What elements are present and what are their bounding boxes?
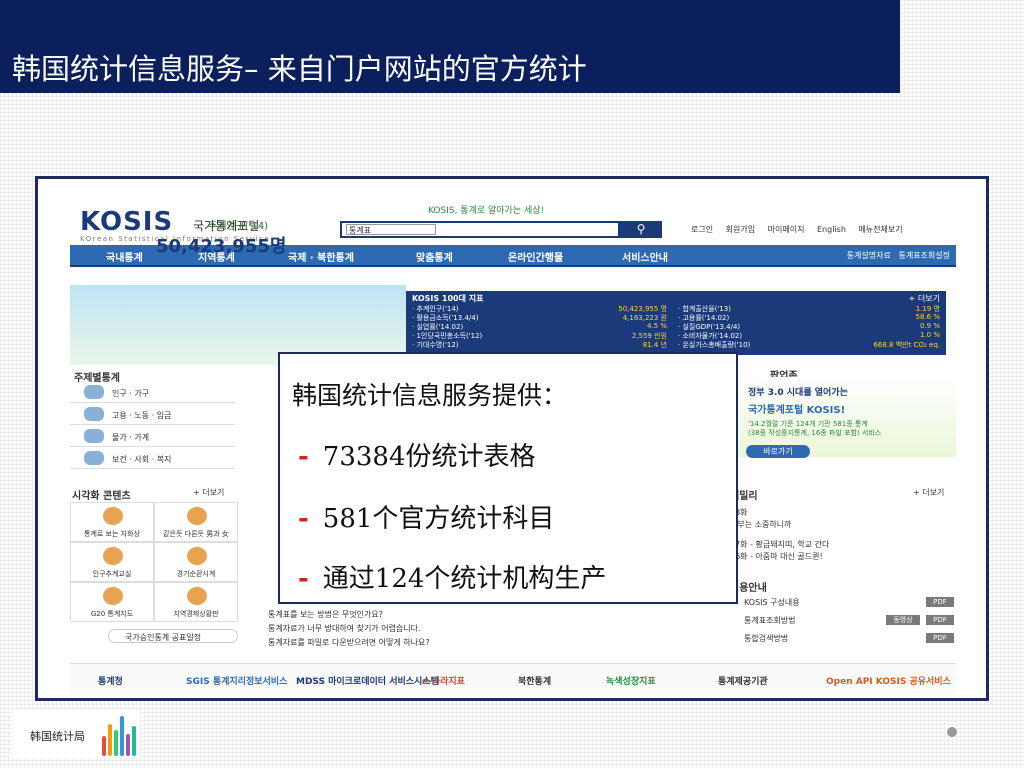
- search-input[interactable]: 통계표: [340, 221, 620, 238]
- topic-population[interactable]: 인구 · 가구: [70, 381, 235, 403]
- footer-logo[interactable]: 통계청: [98, 674, 123, 687]
- english-link[interactable]: English: [817, 225, 846, 234]
- topic-employment[interactable]: 고용 · 노동 · 임금: [70, 403, 235, 425]
- gender-icon: [187, 507, 207, 525]
- pdf-badge[interactable]: PDF: [926, 615, 954, 625]
- statistics-korea-logo-icon: [100, 712, 140, 756]
- video-badge[interactable]: 동영상: [886, 615, 920, 625]
- people-icon: [84, 385, 104, 399]
- login-link[interactable]: 로그인: [691, 225, 713, 234]
- all-menu-link[interactable]: 메뉴전체보기: [858, 225, 902, 234]
- population-icon: [103, 547, 123, 565]
- footer-logo[interactable]: 녹색성장지표: [606, 674, 656, 687]
- footer-logo[interactable]: e-나라지표: [422, 674, 465, 687]
- pdf-badge[interactable]: PDF: [926, 597, 954, 607]
- footer-logo[interactable]: 통계제공기관: [718, 674, 768, 687]
- viz-grid: 통계로 보는 자화상 같은듯 다른듯 男과 女 인구추계교실 경기순환시계 G2…: [70, 502, 238, 622]
- calendar-button[interactable]: 국가승인통계 공표일정: [108, 629, 238, 643]
- nav-custom[interactable]: 맞춤통계: [416, 249, 453, 264]
- slide-dot: [947, 727, 957, 737]
- family-more-link[interactable]: + 더보기: [913, 487, 944, 498]
- viz-item[interactable]: 같은듯 다른듯 男과 女: [154, 502, 238, 542]
- usage-item[interactable]: KOSIS 구성내용: [744, 597, 800, 608]
- indicator-row: · 기대수명('12) 81.4 년: [412, 341, 667, 349]
- viz-item[interactable]: 경기순환시계: [154, 542, 238, 582]
- faq-item[interactable]: 통계자료가 너무 방대하여 찾기가 어렵습니다.: [268, 623, 421, 634]
- region-map-icon: [187, 587, 207, 605]
- viz-more-link[interactable]: + 더보기: [193, 487, 224, 498]
- signup-link[interactable]: 회원가입: [726, 225, 755, 234]
- nav-international[interactable]: 국제 · 북한통계: [288, 249, 354, 264]
- slogan: KOSIS, 통계로 알아가는 세상!: [428, 206, 545, 216]
- mypage-link[interactable]: 마이페이지: [768, 225, 805, 234]
- nav-right-links[interactable]: 통계설명자료 통계표조회설정: [847, 250, 950, 261]
- nav-domestic[interactable]: 국내통계: [106, 249, 143, 264]
- callout-item: - 通过124个统计机构生产: [298, 564, 607, 594]
- banner-line4: (38종 작성중지통계, 16종 파일 포함) 서비스: [748, 429, 882, 437]
- viz-item[interactable]: 인구추계교실: [70, 542, 154, 582]
- info-callout: 韩国统计信息服务提供： -73384份统计表格 -581个官方统计科目 - 通过1…: [278, 352, 738, 604]
- banner-line1: 정부 3.0 시대를 열어가는: [748, 388, 848, 398]
- topic-welfare[interactable]: 보건 · 사회 · 복지: [70, 447, 235, 469]
- cart-icon: [84, 429, 104, 443]
- population-value: 50,423,955명: [156, 236, 287, 257]
- portrait-icon: [103, 507, 123, 525]
- kosis-100-indicators: KOSIS 100대 지표 + 더보기 · 추계인구('14) 50,423,95…: [406, 291, 946, 355]
- viz-item[interactable]: 통계로 보는 자화상: [70, 502, 154, 542]
- callout-title: 韩国统计信息服务提供：: [292, 381, 568, 410]
- footer-partner-logos: 통계청 SGIS 통계지리정보서비스 MDSS 마이크로데이터 서비스시스템 e…: [70, 663, 956, 695]
- usage-item[interactable]: 통계표조회방법: [744, 615, 796, 626]
- banner-line2: 국가통계포털 KOSIS!: [748, 405, 846, 416]
- org-logo-box: 韩国统计局: [12, 710, 140, 758]
- family-line[interactable]: 피부는 소중하니까: [730, 519, 791, 530]
- callout-item: -581个官方统计科目: [298, 504, 555, 534]
- indicator-row: · 온실가스총배출량('10) 668.8 백만t CO₂ eq.: [678, 341, 940, 349]
- footer-logo[interactable]: SGIS 통계지리정보서비스: [186, 674, 287, 687]
- viz-item[interactable]: G20 통계지도: [70, 582, 154, 622]
- banner-go-button[interactable]: 바로가기: [746, 445, 810, 458]
- viz-title: 시각화 콘텐츠: [72, 491, 131, 502]
- family-line[interactable]: 36화 - 아줌마 대신 골드퀸!: [730, 551, 823, 562]
- footer-logo[interactable]: 북한통계: [518, 674, 551, 687]
- indicators-more-link[interactable]: + 더보기: [909, 293, 940, 304]
- heart-icon: [84, 451, 104, 465]
- family-line[interactable]: 37화 - 황금돼지띠, 학교 간다: [730, 539, 829, 550]
- pdf-badge[interactable]: PDF: [926, 633, 954, 643]
- indicators-title: KOSIS 100대 지표: [412, 294, 484, 303]
- search-icon: ⚲: [636, 222, 646, 236]
- nav-publications[interactable]: 온라인간행물: [508, 249, 563, 264]
- population-label: 추계인구('14): [208, 221, 269, 232]
- top-links: 로그인 회원가입 마이페이지 English 메뉴전체보기: [691, 224, 913, 235]
- search-category-select[interactable]: 통계표: [346, 224, 436, 235]
- viz-item[interactable]: 지역경제상황판: [154, 582, 238, 622]
- footer-logo[interactable]: MDSS 마이크로데이터 서비스시스템: [296, 674, 439, 687]
- handshake-icon: [84, 407, 104, 421]
- faq-item[interactable]: 통계표를 보는 방법은 무엇인가요?: [268, 609, 383, 620]
- map-icon: [103, 587, 123, 605]
- footer-logo[interactable]: Open API KOSIS 공유서비스: [826, 674, 951, 687]
- callout-item: -73384份统计表格: [298, 442, 536, 472]
- usage-item[interactable]: 통합검색방법: [744, 633, 788, 644]
- nav-service[interactable]: 서비스안내: [622, 249, 668, 264]
- slide-title: 韩国统计信息服务– 来自门户网站的官方统计: [0, 0, 900, 93]
- topic-prices[interactable]: 물가 · 가계: [70, 425, 235, 447]
- faq-item[interactable]: 통계자료를 파일로 다운받으려면 어떻게 하나요?: [268, 637, 430, 648]
- org-name: 韩国统计局: [30, 730, 85, 743]
- clock-icon: [187, 547, 207, 565]
- search-button[interactable]: ⚲: [620, 221, 662, 238]
